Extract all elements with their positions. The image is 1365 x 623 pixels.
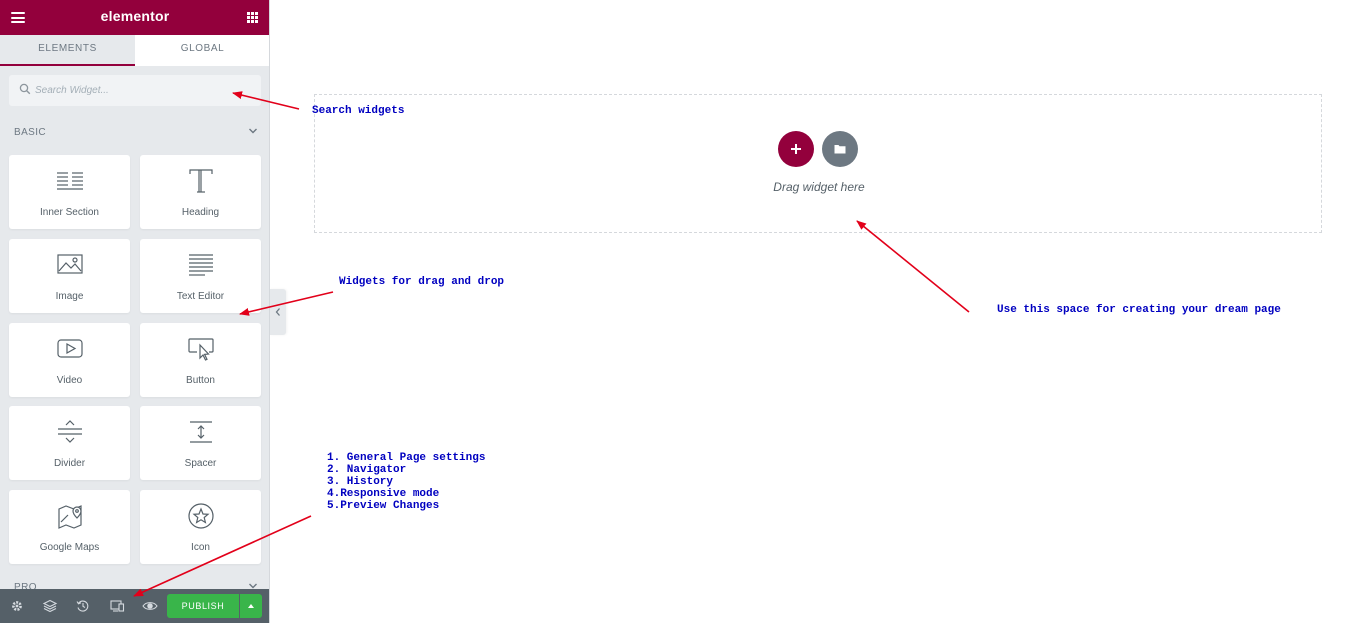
annotation-canvas: Use this space for creating your dream p… bbox=[997, 304, 1281, 316]
widget-heading[interactable]: Heading bbox=[140, 155, 261, 229]
panel-header: elementor bbox=[0, 0, 269, 35]
widget-label: Icon bbox=[191, 542, 210, 553]
widget-label: Text Editor bbox=[176, 291, 225, 302]
apps-grid-icon[interactable] bbox=[247, 12, 258, 23]
panel-tabs: ELEMENTS GLOBAL bbox=[0, 35, 269, 66]
widget-video[interactable]: Video bbox=[9, 323, 130, 397]
empty-section-dropzone[interactable] bbox=[314, 94, 1322, 233]
inner-section-icon bbox=[56, 172, 83, 190]
annotation-footer-list: 1. General Page settings 2. Navigator 3.… bbox=[327, 452, 486, 512]
google-maps-icon bbox=[57, 505, 82, 529]
menu-icon[interactable] bbox=[11, 12, 25, 23]
add-template-button[interactable] bbox=[822, 131, 858, 167]
panel-collapse-button[interactable] bbox=[270, 289, 286, 335]
widget-divider[interactable]: Divider bbox=[9, 406, 130, 480]
elementor-panel: elementor ELEMENTS GLOBAL BASIC bbox=[0, 0, 270, 623]
widget-text-editor[interactable]: Text Editor bbox=[140, 239, 261, 313]
search-input[interactable] bbox=[35, 75, 255, 106]
tab-global[interactable]: GLOBAL bbox=[135, 35, 269, 66]
panel-footer: PUBLISH bbox=[0, 589, 269, 623]
widget-label: Google Maps bbox=[39, 542, 100, 553]
history-icon[interactable] bbox=[74, 597, 92, 615]
image-icon bbox=[56, 254, 83, 274]
chevron-down-icon[interactable] bbox=[247, 125, 259, 137]
elementor-logo: elementor bbox=[100, 8, 170, 24]
tab-elements[interactable]: ELEMENTS bbox=[0, 35, 135, 66]
arrow-to-canvas bbox=[856, 220, 970, 313]
widget-button[interactable]: Button bbox=[140, 323, 261, 397]
widget-label: Inner Section bbox=[40, 207, 99, 218]
drag-widget-hint: Drag widget here bbox=[773, 180, 865, 194]
spacer-icon bbox=[189, 421, 212, 443]
widget-google-maps[interactable]: Google Maps bbox=[9, 490, 130, 564]
button-icon bbox=[187, 338, 214, 361]
widget-label: Divider bbox=[53, 458, 86, 469]
widget-label: Image bbox=[55, 291, 84, 302]
chevron-left-icon bbox=[275, 308, 280, 316]
widget-spacer[interactable]: Spacer bbox=[140, 406, 261, 480]
publish-options-button[interactable] bbox=[240, 594, 262, 618]
widget-icon[interactable]: Icon bbox=[140, 490, 261, 564]
annotation-widgets: Widgets for drag and drop bbox=[339, 276, 505, 288]
widget-label: Button bbox=[186, 375, 215, 386]
widget-label: Heading bbox=[181, 207, 220, 218]
preview-icon[interactable] bbox=[141, 597, 159, 615]
text-editor-icon bbox=[188, 254, 213, 276]
search-box[interactable] bbox=[9, 75, 261, 106]
settings-icon[interactable] bbox=[8, 597, 26, 615]
star-icon bbox=[187, 503, 214, 529]
widget-inner-section[interactable]: Inner Section bbox=[9, 155, 130, 229]
folder-icon bbox=[834, 145, 846, 154]
heading-icon bbox=[188, 169, 213, 193]
publish-button[interactable]: PUBLISH bbox=[167, 594, 239, 618]
add-section-button[interactable] bbox=[778, 131, 814, 167]
annotation-search: Search widgets bbox=[312, 105, 405, 117]
widget-label: Video bbox=[56, 375, 83, 386]
responsive-icon[interactable] bbox=[108, 597, 126, 615]
video-icon bbox=[56, 339, 83, 358]
widget-label: Spacer bbox=[184, 458, 217, 469]
elementor-editor: elementor ELEMENTS GLOBAL BASIC bbox=[0, 0, 1365, 623]
widget-image[interactable]: Image bbox=[9, 239, 130, 313]
section-title-basic[interactable]: BASIC bbox=[14, 127, 46, 138]
search-icon bbox=[19, 83, 31, 95]
navigator-icon[interactable] bbox=[41, 597, 59, 615]
divider-icon bbox=[57, 420, 82, 443]
